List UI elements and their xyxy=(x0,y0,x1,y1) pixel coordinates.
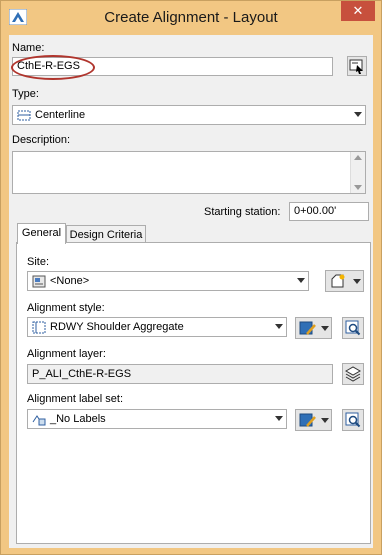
centerline-icon xyxy=(17,109,31,122)
site-label: Site: xyxy=(27,256,50,268)
starting-station-input[interactable]: 0+00.00' xyxy=(289,202,369,221)
magnifier-icon xyxy=(345,412,361,428)
alignment-label-set-select[interactable]: _No Labels xyxy=(27,409,287,429)
type-select[interactable]: Centerline xyxy=(12,105,366,125)
alignment-style-label: Alignment style: xyxy=(27,302,105,314)
edit-label-set-button[interactable] xyxy=(295,409,332,431)
chevron-down-icon xyxy=(353,279,361,284)
alignment-label-set-label: Alignment label set: xyxy=(27,393,123,405)
edit-style-icon xyxy=(299,413,316,427)
type-value: Centerline xyxy=(35,109,86,121)
chevron-down-icon xyxy=(275,324,283,329)
site-value: <None> xyxy=(50,275,90,287)
scroll-down-icon xyxy=(354,185,362,190)
preview-style-button[interactable] xyxy=(342,317,364,339)
tab-general[interactable]: General xyxy=(17,223,66,244)
layers-icon xyxy=(345,366,361,382)
pick-from-drawing-icon xyxy=(349,59,363,74)
layer-button[interactable] xyxy=(342,363,364,385)
name-label: Name: xyxy=(12,42,45,54)
description-scrollbar[interactable] xyxy=(350,152,365,193)
chevron-down-icon xyxy=(321,418,329,423)
edit-style-button[interactable] xyxy=(295,317,332,339)
alignment-layer-input[interactable]: P_ALI_CthE-R-EGS xyxy=(27,364,333,384)
alignment-style-icon xyxy=(32,321,46,334)
title-bar[interactable]: Create Alignment - Layout ✕ xyxy=(1,1,381,35)
scroll-up-icon xyxy=(354,155,362,160)
close-button[interactable]: ✕ xyxy=(341,1,375,21)
create-site-button[interactable] xyxy=(325,270,364,292)
magnifier-icon xyxy=(345,320,361,336)
pick-name-button[interactable] xyxy=(347,56,367,76)
chevron-down-icon xyxy=(321,326,329,331)
label-set-icon xyxy=(32,413,46,426)
dialog-window: Create Alignment - Layout ✕ Name: CthE-R… xyxy=(0,0,382,555)
dialog-body: Name: CthE-R-EGS Type: Centerline Descri… xyxy=(9,35,373,548)
chevron-down-icon xyxy=(297,278,305,283)
alignment-style-select[interactable]: RDWY Shoulder Aggregate xyxy=(27,317,287,337)
alignment-layer-label: Alignment layer: xyxy=(27,348,106,360)
description-label: Description: xyxy=(12,134,71,146)
alignment-label-set-value: _No Labels xyxy=(50,413,106,425)
site-select[interactable]: <None> xyxy=(27,271,309,291)
name-highlight-ellipse xyxy=(11,55,95,80)
chevron-down-icon xyxy=(275,416,283,421)
description-input[interactable] xyxy=(12,151,366,194)
edit-style-icon xyxy=(299,321,316,335)
window-title: Create Alignment - Layout xyxy=(104,9,278,26)
preview-label-set-button[interactable] xyxy=(342,409,364,431)
site-icon xyxy=(32,275,46,288)
alignment-style-value: RDWY Shoulder Aggregate xyxy=(50,321,184,333)
starting-station-label: Starting station: xyxy=(204,206,281,218)
new-site-icon xyxy=(331,274,345,288)
general-panel: Site: <None> Alignment style: RDWY Shoul… xyxy=(16,242,371,544)
type-label: Type: xyxy=(12,88,39,100)
chevron-down-icon xyxy=(354,112,362,117)
